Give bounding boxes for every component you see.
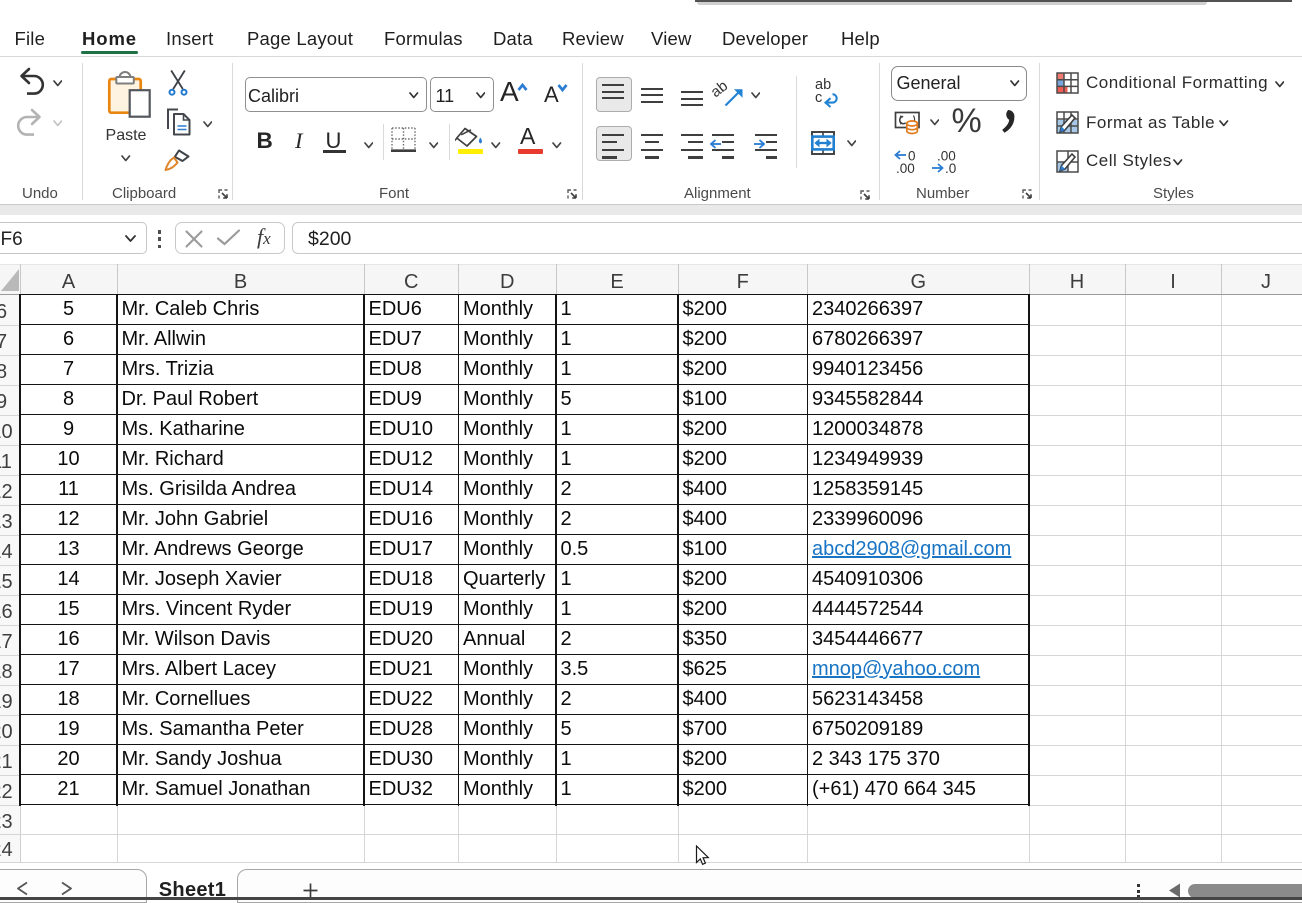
svg-text:.00: .00 xyxy=(896,161,915,175)
svg-text:.0: .0 xyxy=(945,161,956,175)
